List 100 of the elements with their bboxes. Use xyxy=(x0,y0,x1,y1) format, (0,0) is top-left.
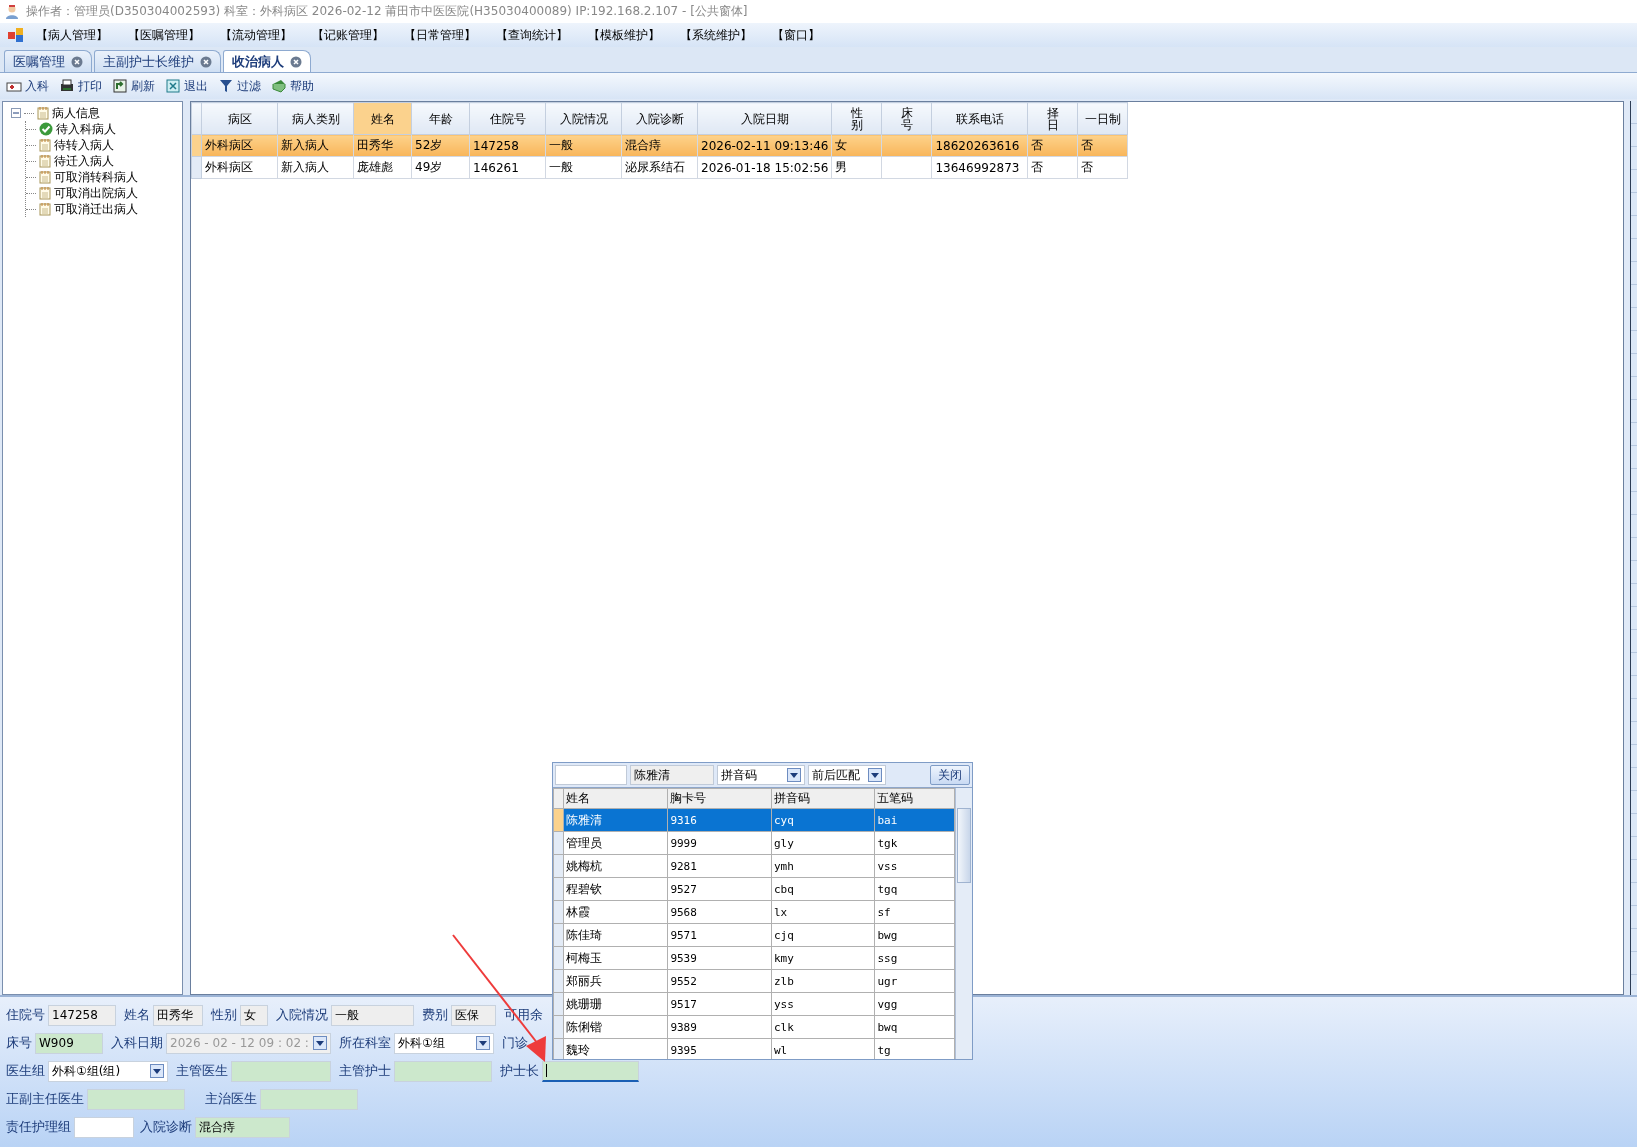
column-header[interactable]: 性别 xyxy=(831,102,882,135)
notepad-icon xyxy=(37,106,49,120)
toolbar-button[interactable]: 打印 xyxy=(59,77,102,95)
dropdown-field[interactable]: 外科①组(组) xyxy=(48,1060,168,1082)
name-field[interactable]: 陈雅清 xyxy=(630,765,714,785)
column-header[interactable]: 胸卡号 xyxy=(667,788,772,809)
scrollbar[interactable] xyxy=(955,788,972,1059)
column-header[interactable]: 入院情况 xyxy=(545,102,622,135)
tab[interactable]: 主副护士长维护 xyxy=(94,50,221,72)
dropdown-icon xyxy=(479,1040,487,1046)
dropdown-field[interactable]: 前后匹配 xyxy=(808,765,886,785)
input-field[interactable]: 混合痔 xyxy=(195,1116,290,1138)
table-cell: 柯梅玉 xyxy=(563,946,668,970)
column-header[interactable]: 病人类别 xyxy=(277,102,354,135)
close-icon[interactable] xyxy=(71,55,83,68)
notepad-icon xyxy=(39,170,51,184)
dropdown-icon xyxy=(153,1068,161,1074)
input-field[interactable] xyxy=(74,1116,134,1138)
tree-item[interactable]: 待转入病人 xyxy=(54,136,114,154)
table-cell: 陈雅清 xyxy=(563,808,668,832)
column-header[interactable]: 姓名 xyxy=(353,102,412,135)
column-header[interactable]: 住院号 xyxy=(469,102,546,135)
field-label: 性别 xyxy=(211,1006,237,1024)
notepad-icon xyxy=(39,154,51,168)
table-cell: 郑丽兵 xyxy=(563,969,668,993)
toolbar-button[interactable]: 帮助 xyxy=(271,77,314,95)
input-field[interactable] xyxy=(260,1088,358,1110)
menu-item[interactable]: 【查询统计】 xyxy=(496,26,588,44)
input-field[interactable]: 147258 xyxy=(48,1004,116,1026)
tree-item[interactable]: 待入科病人 xyxy=(56,120,116,138)
tree-item[interactable]: 可取消转科病人 xyxy=(54,168,138,186)
refresh-icon xyxy=(112,78,128,94)
column-header[interactable]: 病区 xyxy=(201,102,278,135)
tree-item[interactable]: 可取消迁出病人 xyxy=(54,200,138,218)
printer-icon xyxy=(59,78,75,94)
input-field[interactable]: 医保 xyxy=(451,1004,496,1026)
column-header[interactable]: 五笔码 xyxy=(874,788,955,809)
field-label: 门诊 xyxy=(502,1034,528,1052)
field-label: 护士长 xyxy=(500,1062,539,1080)
menu-item[interactable]: 【病人管理】 xyxy=(36,26,128,44)
menu-item[interactable]: 【系统维护】 xyxy=(680,26,772,44)
column-header[interactable]: 入院日期 xyxy=(697,102,832,135)
table-cell: 陈佳琦 xyxy=(563,923,668,947)
window-title: 操作者：管理员(D350304002593) 科室：外科病区 2026-02-12 莆田市中医医院(H35030400089) IP:192.168.2.107 - [公共窗体] xyxy=(26,3,748,20)
notepad-icon xyxy=(39,202,51,216)
collapse-icon[interactable] xyxy=(11,108,21,118)
field-label: 主管医生 xyxy=(176,1062,228,1080)
column-header[interactable]: 床号 xyxy=(881,102,932,135)
input-field[interactable] xyxy=(87,1088,185,1110)
table-cell: 陈俐锴 xyxy=(563,1015,668,1039)
input-field[interactable] xyxy=(231,1060,331,1082)
field-label: 床号 xyxy=(6,1034,32,1052)
toolbar-button[interactable]: 退出 xyxy=(165,77,208,95)
dropdown-field[interactable]: 拼音码 xyxy=(717,765,805,785)
nurse-icon xyxy=(4,3,20,20)
field-label: 主管护士 xyxy=(339,1062,391,1080)
column-header[interactable]: 一日制 xyxy=(1077,102,1128,135)
menu-item[interactable]: 【流动管理】 xyxy=(220,26,312,44)
exit-icon xyxy=(165,78,181,94)
column-header[interactable]: 择日 xyxy=(1027,102,1078,135)
toolbar-button[interactable]: 过滤 xyxy=(218,77,261,95)
menu-item[interactable]: 【窗口】 xyxy=(772,26,864,44)
column-header[interactable]: 入院诊断 xyxy=(621,102,698,135)
column-header[interactable]: 年龄 xyxy=(411,102,470,135)
input-field[interactable]: W909 xyxy=(35,1032,103,1054)
tree-item[interactable]: 病人信息 xyxy=(52,104,100,122)
field-label: 主治医生 xyxy=(205,1090,257,1108)
menu-item[interactable]: 【医嘱管理】 xyxy=(128,26,220,44)
toolbar-button[interactable]: 刷新 xyxy=(112,77,155,95)
input-field[interactable]: 一般 xyxy=(331,1004,414,1026)
menu-item[interactable]: 【记账管理】 xyxy=(312,26,404,44)
tree-item[interactable]: 待迁入病人 xyxy=(54,152,114,170)
table-cell: 姚珊珊 xyxy=(563,992,668,1016)
dropdown-icon xyxy=(871,772,879,778)
column-header[interactable]: 姓名 xyxy=(563,788,668,809)
menu-item[interactable]: 【模板维护】 xyxy=(588,26,680,44)
search-field[interactable] xyxy=(555,765,627,785)
field-label: 责任护理组 xyxy=(6,1118,71,1136)
table-cell: 姚梅杭 xyxy=(563,854,668,878)
table-cell: 程碧钦 xyxy=(563,877,668,901)
tab[interactable]: 收治病人 xyxy=(223,50,311,72)
column-header[interactable]: 拼音码 xyxy=(771,788,875,809)
tab[interactable]: 医嘱管理 xyxy=(4,50,92,72)
field-label: 姓名 xyxy=(124,1006,150,1024)
toolbar-button[interactable]: 入科 xyxy=(6,77,49,95)
menu-item[interactable]: 【日常管理】 xyxy=(404,26,496,44)
tree-item[interactable]: 可取消出院病人 xyxy=(54,184,138,202)
table-cell: 管理员 xyxy=(563,831,668,855)
dropdown-field[interactable]: 外科①组 xyxy=(394,1032,494,1054)
column-header[interactable]: 联系电话 xyxy=(931,102,1028,135)
input-field[interactable]: 田秀华 xyxy=(153,1004,203,1026)
input-field[interactable]: 女 xyxy=(240,1004,268,1026)
input-field[interactable] xyxy=(542,1060,639,1082)
close-button[interactable]: 关闭 xyxy=(930,765,970,785)
input-field[interactable] xyxy=(394,1060,492,1082)
field-label: 费别 xyxy=(422,1006,448,1024)
dropdown-icon xyxy=(790,772,798,778)
app-icon xyxy=(8,28,24,42)
close-icon[interactable] xyxy=(290,55,302,68)
close-icon[interactable] xyxy=(200,55,212,68)
